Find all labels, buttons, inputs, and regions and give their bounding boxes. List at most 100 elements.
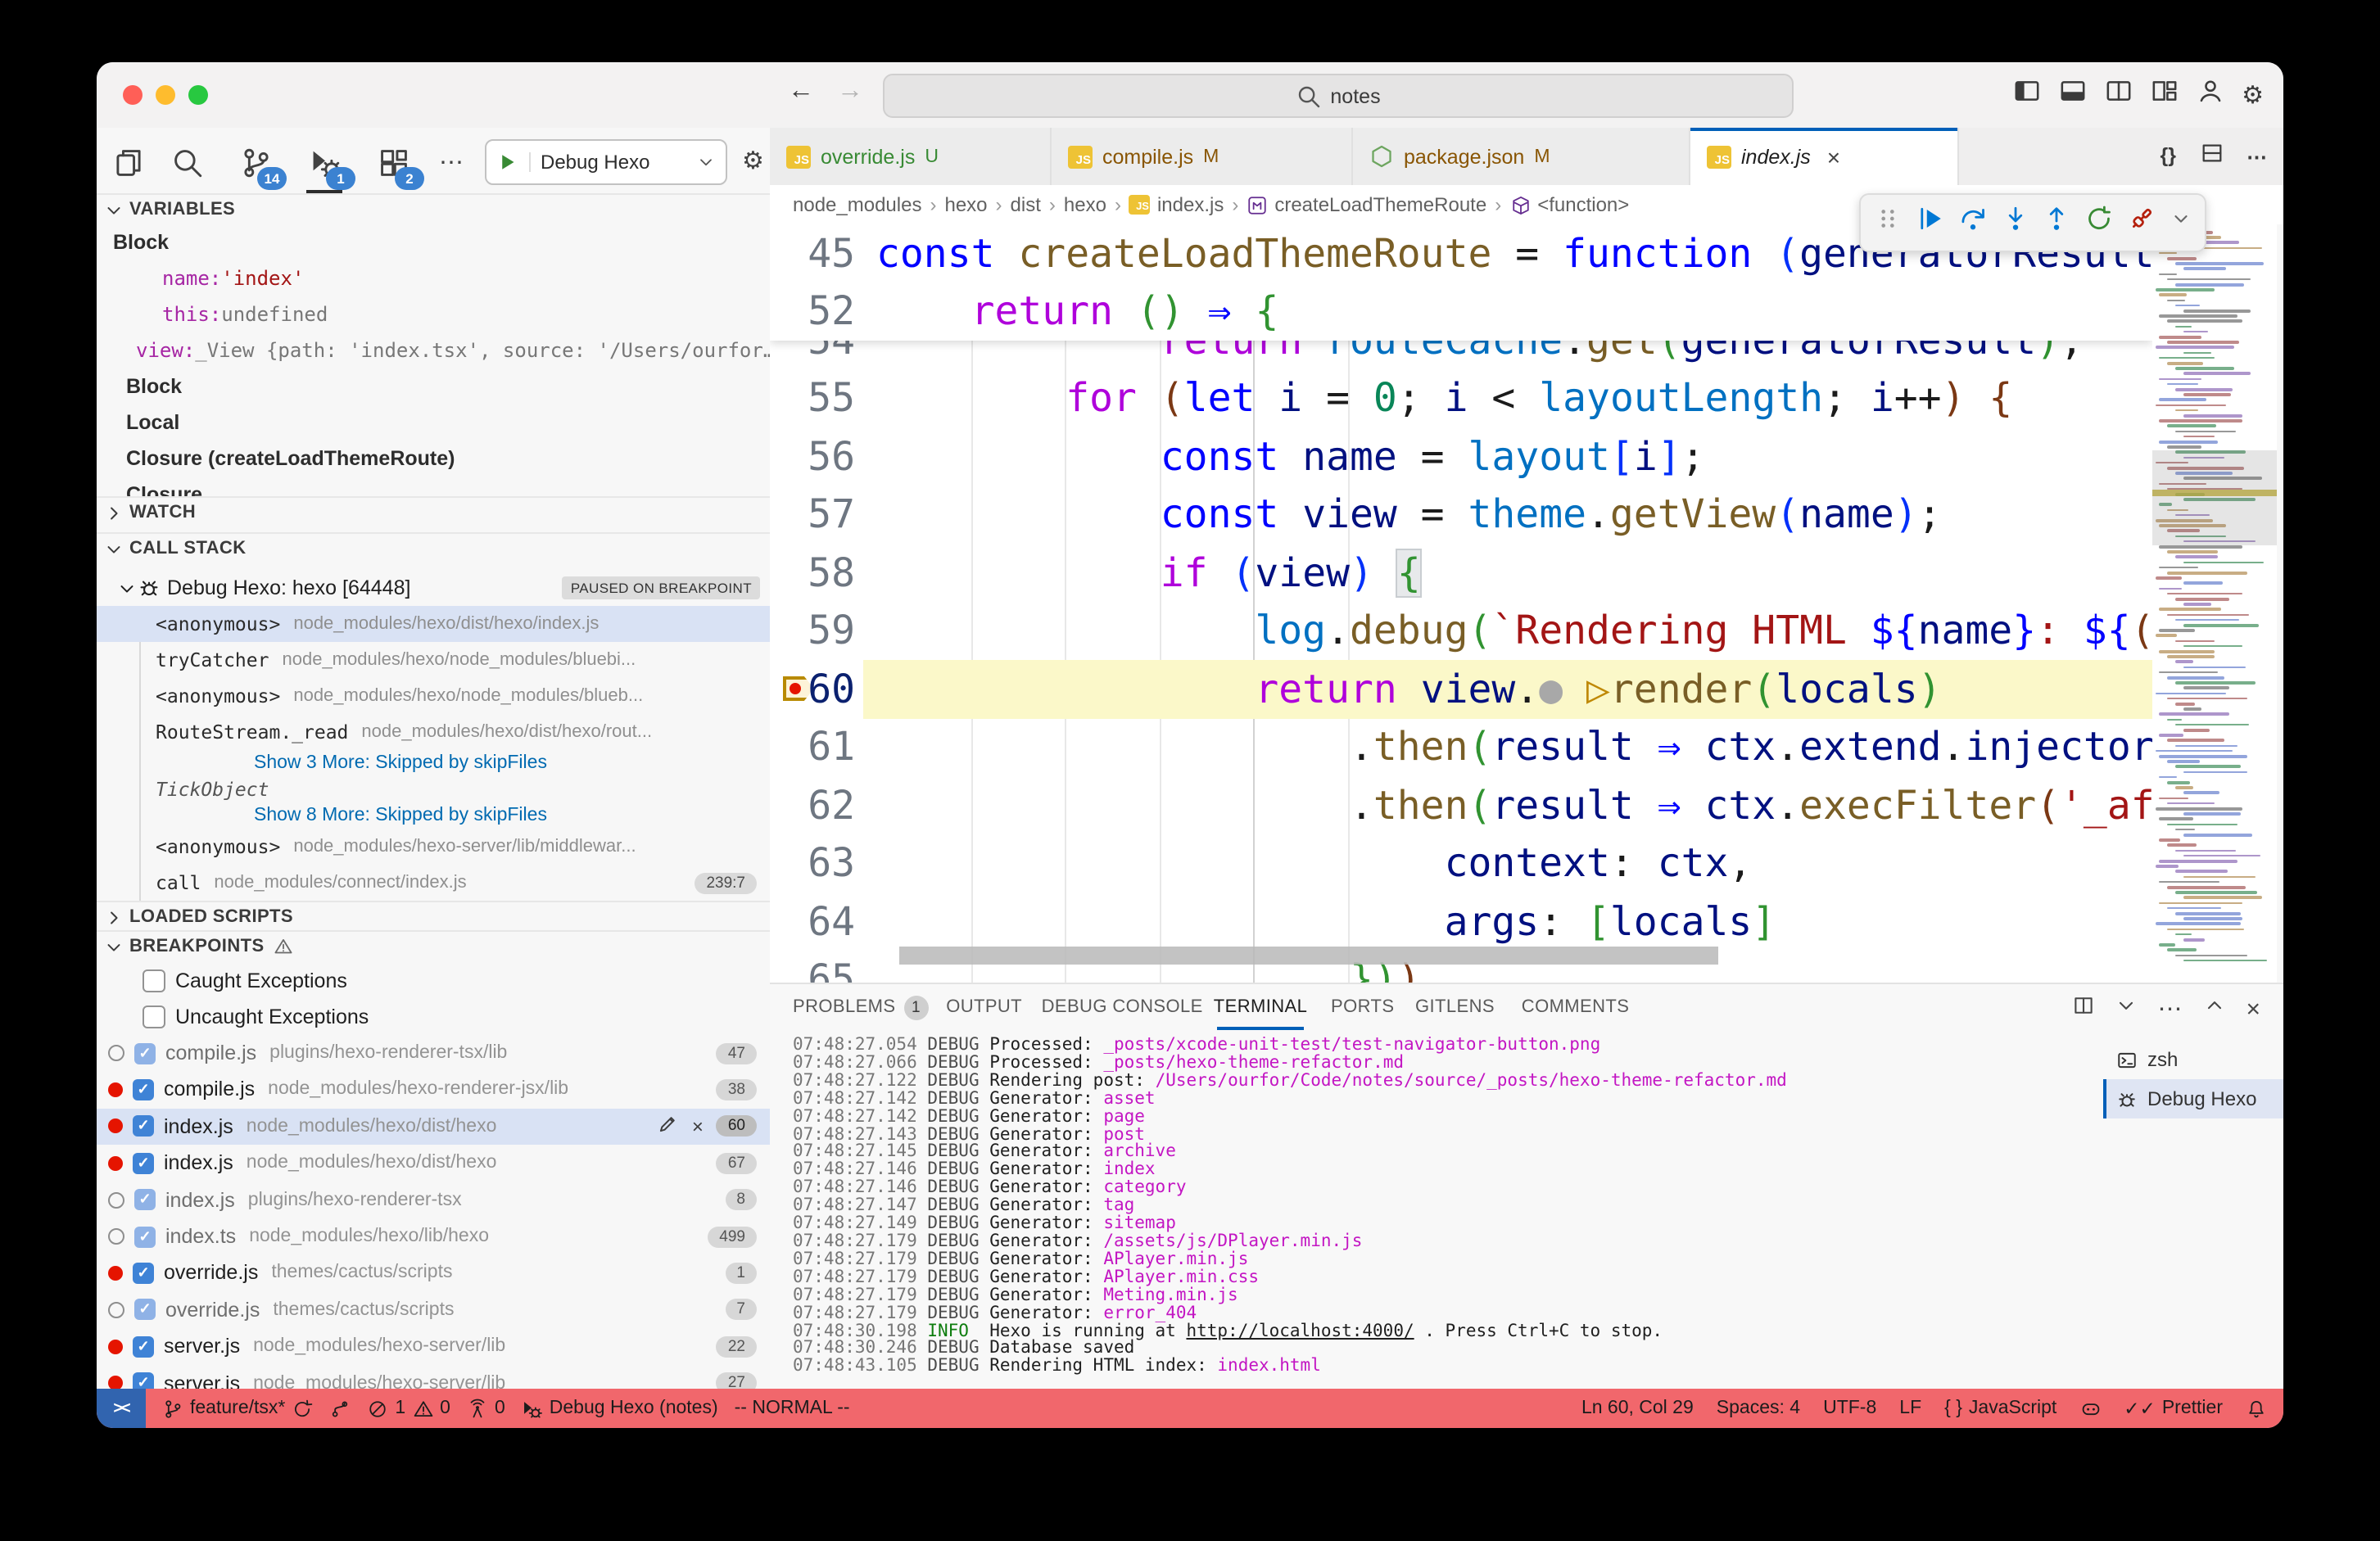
- status-left-item-4[interactable]: Debug Hexo (notes): [522, 1398, 718, 1419]
- variables-row[interactable]: this: undefined: [97, 296, 770, 332]
- breadcrumb-item[interactable]: dist: [1011, 193, 1041, 216]
- minimize-window-button[interactable]: [156, 85, 175, 105]
- remote-indicator[interactable]: ><: [97, 1389, 146, 1428]
- section-header-variables[interactable]: VARIABLES: [97, 193, 770, 224]
- section-header-loaded[interactable]: LOADED SCRIPTS: [97, 901, 770, 932]
- status-left-item-1[interactable]: [329, 1398, 351, 1419]
- breakpoint-row[interactable]: ✓override.jsthemes/cactus/scripts7: [97, 1292, 770, 1328]
- breakpoint-checkbox[interactable]: ✓: [134, 1299, 156, 1321]
- breakpoint-row[interactable]: ✓server.jsnode_modules/hexo-server/lib27: [97, 1365, 770, 1389]
- callstack-session[interactable]: Debug Hexo: hexo [64448]PAUSED ON BREAKP…: [97, 570, 770, 606]
- breakpoint-checkbox[interactable]: ✓: [133, 1335, 154, 1357]
- code-line-59[interactable]: 59 log.debug(`Rendering HTML ${name}: ${…: [770, 602, 2152, 660]
- callstack-frame[interactable]: TickObject: [97, 776, 770, 802]
- start-debug-icon[interactable]: [498, 152, 531, 172]
- status-right-item-2[interactable]: UTF-8: [1823, 1399, 1876, 1418]
- breakpoint-checkbox[interactable]: ✓: [133, 1152, 154, 1173]
- breakpoint-row[interactable]: ✓index.jsnode_modules/hexo/dist/hexo67: [97, 1145, 770, 1181]
- step-out-button[interactable]: [2043, 205, 2071, 241]
- debug-settings-gear-icon[interactable]: ⚙: [742, 146, 764, 175]
- tab-compile.js[interactable]: JScompile.jsM: [1052, 128, 1353, 185]
- callstack-frame[interactable]: tryCatchernode_modules/hexo/node_modules…: [97, 642, 770, 678]
- maximize-panel-button[interactable]: [2203, 994, 2226, 1025]
- status-left-item-0[interactable]: feature/tsx*: [162, 1398, 313, 1419]
- callstack-frame[interactable]: <anonymous>node_modules/hexo/dist/hexo/i…: [97, 606, 770, 642]
- horizontal-scrollbar[interactable]: [899, 947, 1718, 965]
- continue-button[interactable]: [1916, 205, 1944, 241]
- toggle-panel-button[interactable]: [2058, 77, 2086, 113]
- breakpoint-row[interactable]: ✓index.jsplugins/hexo-renderer-tsx8: [97, 1182, 770, 1218]
- command-center-search[interactable]: notes: [883, 74, 1794, 118]
- breakpoint-checkbox[interactable]: ✓: [134, 1226, 156, 1247]
- exception-breakpoint-row[interactable]: Uncaught Exceptions: [97, 999, 770, 1035]
- variables-row[interactable]: view: _View {path: 'index.tsx', source: …: [97, 332, 770, 368]
- variables-row[interactable]: Block: [97, 224, 770, 260]
- account-button[interactable]: [2196, 77, 2224, 113]
- callstack-frame[interactable]: Show 8 More: Skipped by skipFiles: [97, 802, 770, 829]
- step-over-button[interactable]: [1959, 205, 1987, 241]
- panel-tab-output[interactable]: OUTPUT: [946, 984, 1022, 1030]
- status-right-item-7[interactable]: [2246, 1398, 2267, 1419]
- step-into-button[interactable]: [2001, 205, 2029, 241]
- status-right-item-6[interactable]: ✓✓Prettier: [2124, 1397, 2223, 1420]
- panel-tab-debug-console[interactable]: DEBUG CONSOLE: [1042, 984, 1203, 1030]
- split-h-action[interactable]: [2199, 141, 2224, 170]
- breakpoint-row[interactable]: ✓override.jsthemes/cactus/scripts1: [97, 1255, 770, 1291]
- activity-more-button[interactable]: ⋯: [431, 141, 473, 183]
- breadcrumb-item[interactable]: hexo: [1064, 193, 1106, 216]
- breakpoint-checkbox[interactable]: ✓: [134, 1042, 156, 1064]
- breadcrumb-item[interactable]: createLoadThemeRoute: [1247, 193, 1486, 216]
- edit-breakpoint-icon[interactable]: [658, 1114, 679, 1140]
- terminal-dropdown-button[interactable]: [2115, 994, 2138, 1025]
- code-line-60[interactable]: 60 return view.● ▷render(locals): [770, 660, 2152, 718]
- breakpoint-row[interactable]: ✓server.jsnode_modules/hexo-server/lib22: [97, 1328, 770, 1364]
- code-line-64[interactable]: 64 args: [locals]: [770, 893, 2152, 951]
- forward-arrow[interactable]: →: [834, 77, 866, 106]
- code-editor[interactable]: 54 return routeCache.get(generatorResult…: [770, 224, 2152, 983]
- terminal-output[interactable]: 07:48:27.054 DEBUG Processed: _posts/xco…: [793, 1037, 2087, 1384]
- callstack-frame[interactable]: callnode_modules/connect/index.js239:7: [97, 865, 770, 901]
- breadcrumb-item[interactable]: hexo: [944, 193, 987, 216]
- tab-package.json[interactable]: package.jsonM: [1353, 128, 1690, 185]
- status-right-item-3[interactable]: LF: [1899, 1399, 1921, 1418]
- activity-files-button[interactable]: [106, 141, 149, 183]
- panel-tab-ports[interactable]: PORTS: [1331, 984, 1394, 1030]
- code-line-56[interactable]: 56 const name = layout[i];: [770, 427, 2152, 486]
- exception-breakpoint-row[interactable]: Caught Exceptions: [97, 963, 770, 999]
- breakpoint-row[interactable]: ✓compile.jsnode_modules/hexo-renderer-js…: [97, 1072, 770, 1108]
- remove-breakpoint-icon[interactable]: ×: [692, 1115, 704, 1138]
- breadcrumb-item[interactable]: <function>: [1509, 193, 1629, 216]
- callstack-frame[interactable]: RouteStream._readnode_modules/hexo/dist/…: [97, 714, 770, 750]
- section-header-watch[interactable]: WATCH: [97, 496, 770, 527]
- minimap-slider[interactable]: [2152, 450, 2277, 545]
- section-header-callstack[interactable]: CALL STACK: [97, 532, 770, 563]
- panel-tab-problems[interactable]: PROBLEMS1: [793, 984, 928, 1030]
- more-action[interactable]: ⋯: [2247, 143, 2267, 168]
- close-window-button[interactable]: [123, 85, 143, 105]
- skipfiles-link[interactable]: Show 8 More: Skipped by skipFiles: [254, 806, 547, 825]
- checkbox-unchecked[interactable]: [143, 1005, 165, 1028]
- checkbox-unchecked[interactable]: [143, 969, 165, 992]
- close-panel-button[interactable]: ×: [2246, 996, 2260, 1024]
- activity-search-button[interactable]: [165, 141, 208, 183]
- terminal-session-zsh[interactable]: zsh: [2103, 1040, 2283, 1079]
- variables-row[interactable]: Local: [97, 404, 770, 441]
- minimap[interactable]: [2152, 224, 2277, 983]
- variables-row[interactable]: Block: [97, 368, 770, 404]
- sticky-line-52[interactable]: 52 return () ⇒ {: [770, 282, 2152, 341]
- breakpoint-checkbox[interactable]: ✓: [133, 1116, 154, 1137]
- panel-tab-comments[interactable]: COMMENTS: [1522, 984, 1630, 1030]
- panel-more-actions-button[interactable]: ⋯: [2157, 994, 2183, 1025]
- code-line-61[interactable]: 61 .then(result ⇒ ctx.extend.injector.ex…: [770, 718, 2152, 776]
- status-left-item-3[interactable]: 0: [467, 1398, 505, 1419]
- breadcrumb-item[interactable]: node_modules: [793, 193, 921, 216]
- code-line-55[interactable]: 55 for (let i = 0; i < layoutLength; i++…: [770, 369, 2152, 427]
- split-terminal-button[interactable]: [2072, 994, 2095, 1025]
- braces-action[interactable]: {}: [2161, 144, 2176, 167]
- breakpoint-row[interactable]: ✓index.tsnode_modules/hexo/lib/hexo499: [97, 1218, 770, 1254]
- activity-extensions-button[interactable]: 2: [372, 141, 414, 183]
- tab-index.js[interactable]: JSindex.js×: [1690, 128, 1959, 185]
- breadcrumb-item[interactable]: JSindex.js: [1129, 193, 1224, 216]
- status-right-item-5[interactable]: [2079, 1398, 2101, 1419]
- status-right-item-1[interactable]: Spaces: 4: [1717, 1399, 1800, 1418]
